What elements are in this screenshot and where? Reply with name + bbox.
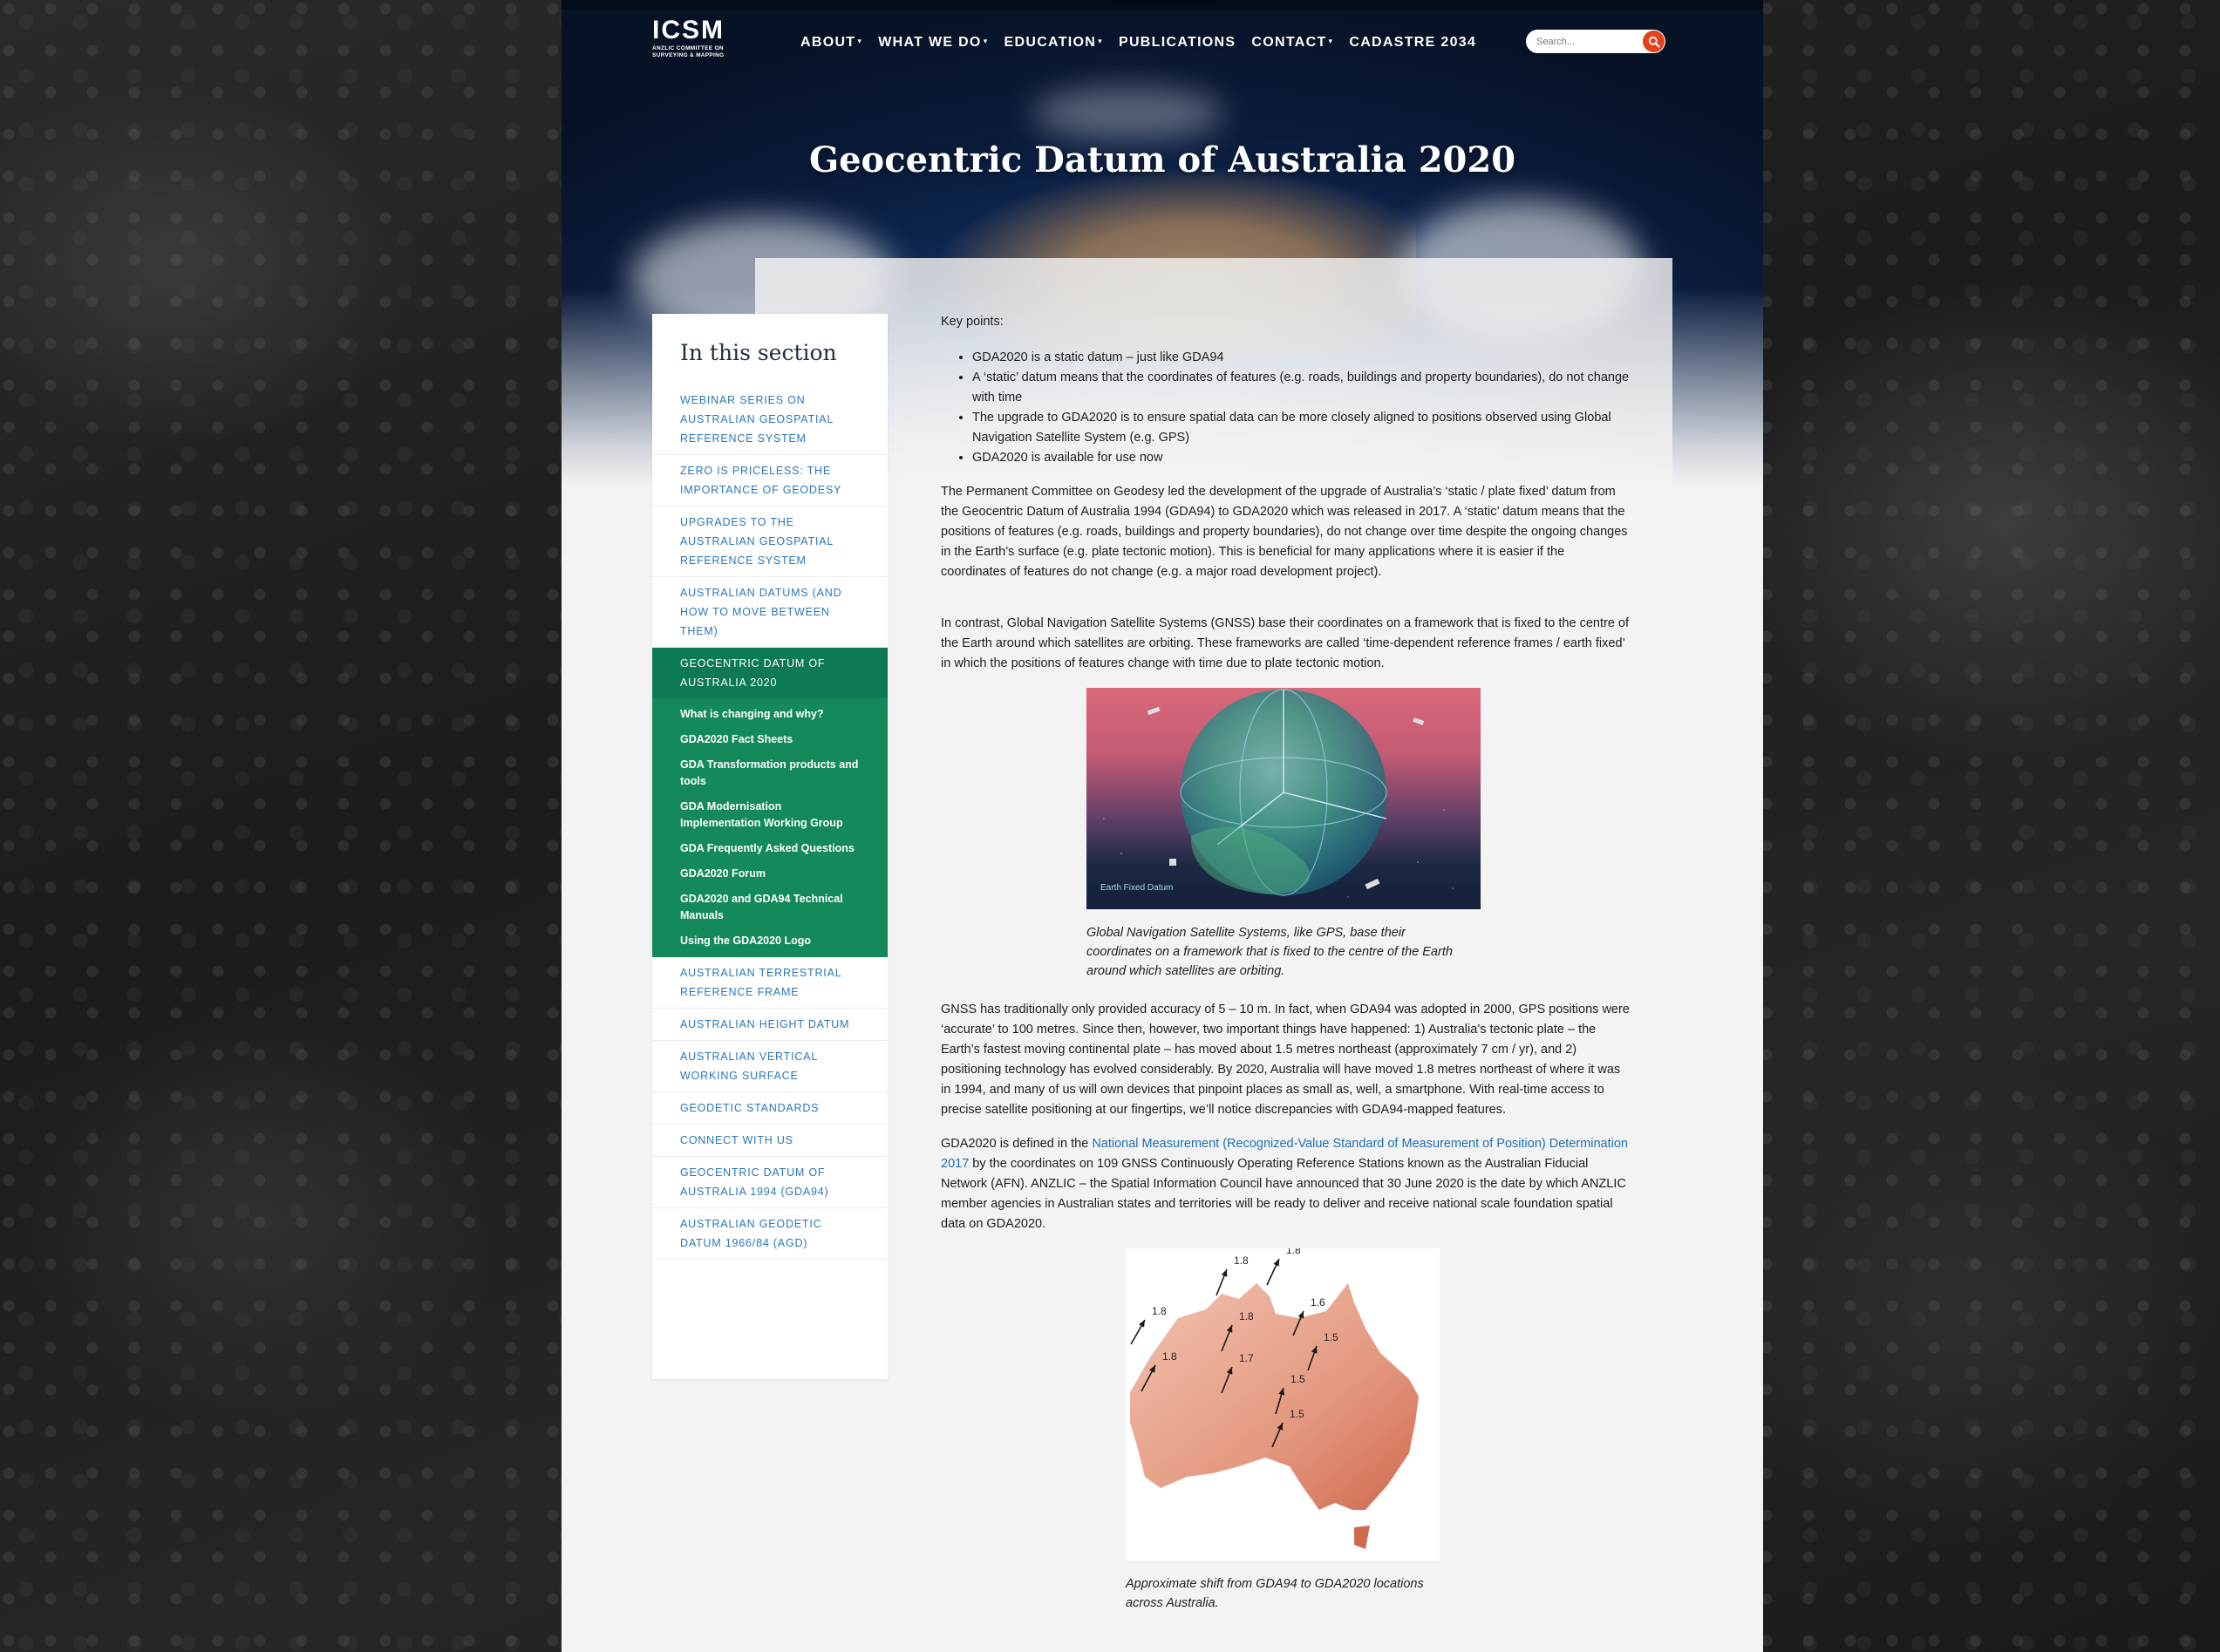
sidebar-item[interactable]: WEBINAR SERIES ON AUSTRALIAN GEOSPATIAL … [652,384,888,455]
sidebar-sub-item[interactable]: GDA Frequently Asked Questions [652,836,888,861]
globe-illustration: Earth Fixed Datum [1100,689,1454,898]
shift-label: 1.7 [1239,1352,1254,1364]
search-icon [1648,36,1659,47]
sidebar-item[interactable]: CONNECT WITH US [652,1125,888,1157]
paragraph-1: The Permanent Committee on Geodesy led t… [941,485,1628,579]
paragraph-4: GDA2020 is defined in the National Measu… [941,1134,1630,1234]
key-points-label: Key points: [941,315,1004,329]
shift-label: 1.5 [1324,1331,1338,1343]
nav-label: WHAT WE DO [878,35,982,50]
sidebar-title: In this section [680,340,837,365]
cloud-shape [1032,87,1224,139]
key-point-item: A ‘static’ datum means that the coordina… [972,368,1630,408]
sidebar-item[interactable]: AUSTRALIAN DATUMS (AND HOW TO MOVE BETWE… [652,577,888,648]
australia-map: 1.8 1.8 1.8 1.6 1.8 1.5 1.8 1.7 1.5 1.5 [1130,1244,1419,1549]
earth-fixed-datum-image: Earth Fixed Datum [1086,688,1481,909]
nav-label: CONTACT [1251,35,1327,50]
page-title: Geocentric Datum of Australia 2020 [808,139,1516,180]
shift-label: 1.5 [1290,1408,1304,1420]
sidebar-item[interactable]: UPGRADES TO THE AUSTRALIAN GEOSPATIAL RE… [652,506,888,577]
shift-label: 1.5 [1290,1373,1305,1385]
nav-label: ABOUT [800,35,856,50]
shift-label: 1.8 [1162,1350,1177,1363]
figure-2-caption: Approximate shift from GDA94 to GDA2020 … [1126,1577,1424,1610]
paragraph-4-start: GDA2020 is defined in the [941,1137,1093,1151]
key-point-item: The upgrade to GDA2020 is to ensure spat… [972,408,1630,448]
figure-australia-shift: 1.8 1.8 1.8 1.6 1.8 1.5 1.8 1.7 1.5 1.5 Approxima… [941,1244,1630,1613]
nav-item-education[interactable]: EDUCATION ▾ [1004,35,1103,51]
logo-mark: ICSM [652,16,725,44]
sidebar-item[interactable]: AUSTRALIAN GEODETIC DATUM 1966/84 (AGD) [652,1208,888,1260]
paragraph-4-end: by the coordinates on 109 GNSS Continuou… [941,1157,1626,1231]
figure-label: Earth Fixed Datum [1100,883,1173,893]
search-box [1526,30,1665,53]
icsm-logo[interactable]: ICSM ANZLIC COMMITTEE ON SURVEYING & MAP… [652,17,736,63]
sidebar-item[interactable]: GEODETIC STANDARDS [652,1092,888,1125]
sidebar-sub-item[interactable]: What is changing and why? [652,702,888,727]
nav-label: PUBLICATIONS [1118,35,1236,50]
main-nav: ABOUT ▾ WHAT WE DO ▾ EDUCATION ▾ PUBLICATIONS C… [800,35,1492,51]
sidebar-item[interactable]: ZERO IS PRICELESS: THE IMPORTANCE OF GEO… [652,455,888,506]
sidebar-top-items: WEBINAR SERIES ON AUSTRALIAN GEOSPATIAL … [652,384,888,648]
nav-item-what-we-do[interactable]: WHAT WE DO ▾ [878,35,988,51]
search-button[interactable] [1643,31,1665,52]
sidebar-item[interactable]: AUSTRALIAN HEIGHT DATUM [652,1009,888,1041]
paragraph-2: In contrast, Global Navigation Satellite… [941,616,1630,670]
shift-label: 1.8 [1234,1254,1249,1267]
sidebar-item[interactable]: GEOCENTRIC DATUM OF AUSTRALIA 1994 (GDA9… [652,1157,888,1208]
logo-subtitle: ANZLIC COMMITTEE ON SURVEYING & MAPPING [652,45,725,58]
sidebar-sub-item[interactable]: GDA2020 Fact Sheets [652,727,888,752]
key-point-item: GDA2020 is available for use now [972,448,1630,468]
search-input[interactable] [1526,30,1639,53]
sidebar-sub-item[interactable]: GDA2020 Forum [652,861,888,887]
section-sidebar: In this section WEBINAR SERIES ON AUSTRA… [652,314,888,1379]
shift-label: 1.8 [1286,1248,1301,1256]
top-strip [562,0,1763,9]
nav-item-publications[interactable]: PUBLICATIONS [1119,35,1236,51]
australia-shift-map: 1.8 1.8 1.8 1.6 1.8 1.5 1.8 1.7 1.5 1.5 [1126,1244,1440,1560]
nav-item-about[interactable]: ABOUT ▾ [800,35,862,51]
nav-label: CADASTRE 2034 [1349,35,1477,50]
shift-label: 1.6 [1311,1296,1325,1309]
sidebar-item[interactable]: AUSTRALIAN TERRESTRIAL REFERENCE FRAME [652,957,888,1009]
chevron-down-icon: ▾ [857,37,863,45]
key-points-list: GDA2020 is a static datum – just like GD… [972,348,1630,468]
australia-shape [1130,1283,1419,1510]
chevron-down-icon: ▾ [1098,37,1103,45]
sidebar-sub-list: What is changing and why? GDA2020 Fact Sh… [652,698,888,957]
sidebar-sub-item[interactable]: GDA Modernisation Implementation Working… [652,794,888,836]
sidebar-sub-item[interactable]: GDA2020 and GDA94 Technical Manuals [652,887,888,928]
page-container: ICSM ANZLIC COMMITTEE ON SURVEYING & MAP… [562,0,1763,1652]
sidebar-item-active[interactable]: GEOCENTRIC DATUM OF AUSTRALIA 2020 [652,648,888,698]
chevron-down-icon: ▾ [983,37,989,45]
chevron-down-icon: ▾ [1328,37,1334,45]
key-point-item: GDA2020 is a static datum – just like GD… [972,348,1630,368]
shift-label: 1.8 [1239,1310,1254,1322]
sidebar-sub-item[interactable]: Using the GDA2020 Logo [652,928,888,954]
main-article: Key points: GDA2020 is a static datum – … [941,312,1630,1627]
nav-label: EDUCATION [1004,35,1097,50]
shift-label: 1.8 [1152,1305,1167,1317]
figure-earth-fixed-datum: Earth Fixed Datum Global Navigation Sate… [941,688,1630,981]
paragraph-3: GNSS has traditionally only provided acc… [941,1003,1630,1117]
sidebar-bottom-items: AUSTRALIAN TERRESTRIAL REFERENCE FRAME AU… [652,957,888,1260]
sidebar-item[interactable]: AUSTRALIAN VERTICAL WORKING SURFACE [652,1041,888,1092]
arrow-head [1221,1269,1228,1277]
nav-item-contact[interactable]: CONTACT ▾ [1251,35,1333,51]
nav-item-cadastre-2034[interactable]: CADASTRE 2034 [1349,35,1476,51]
figure-1-caption: Global Navigation Satellite Systems, lik… [1086,926,1453,978]
sidebar-sub-item[interactable]: GDA Transformation products and tools [652,752,888,794]
